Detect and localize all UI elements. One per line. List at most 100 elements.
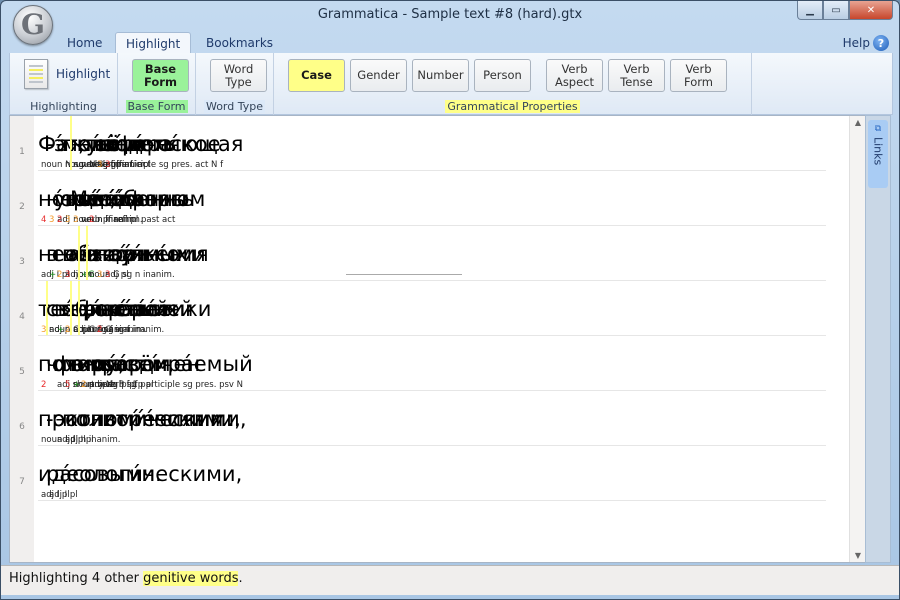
- verb-form-button[interactable]: Verb Form: [670, 59, 727, 92]
- highlighted-word[interactable]: вчера́шней adj G f sg: [70, 281, 193, 336]
- annotation-number: +: [57, 325, 65, 335]
- tab-highlight[interactable]: Highlight: [115, 32, 192, 54]
- word-annotation: adj I pl: [49, 490, 78, 500]
- highlighted-word[interactable]: и́з-за+G: [78, 226, 134, 281]
- help-icon: ?: [873, 35, 889, 51]
- annotation-number: 3: [105, 160, 111, 170]
- application-menu-button[interactable]: G: [13, 5, 53, 45]
- group-label-highlighting: Highlighting: [30, 100, 97, 113]
- word-annotation: 4: [41, 215, 46, 225]
- verb-tense-button[interactable]: Verb Tense: [608, 59, 665, 92]
- word-annotation: 2: [97, 325, 102, 335]
- vertical-scrollbar[interactable]: ▲ ▼: [849, 116, 866, 562]
- annotation-number: 3: [97, 160, 106, 170]
- word-text: -: [46, 132, 54, 156]
- verb-aspect-line1: Verb: [561, 61, 588, 76]
- highlighted-word[interactable]: сверше́ний noun G pl n inanim.: [46, 281, 169, 336]
- highlight-button-label: Highlight: [56, 67, 111, 81]
- base-form-line1: Base: [144, 61, 177, 76]
- line-number: 2: [19, 202, 25, 212]
- window-title: Grammatica - Sample text #8 (hard).gtx: [317, 7, 583, 22]
- window-controls: ▁ ▭ ✕: [797, 1, 893, 20]
- maximize-icon: ▭: [831, 4, 841, 16]
- annotation-number: 3: [65, 270, 74, 280]
- word-annotation: +: [73, 380, 80, 390]
- word-text: ра́совыми.: [46, 462, 162, 486]
- line-separator: [38, 500, 826, 501]
- annotation-number: 2: [89, 215, 95, 225]
- close-icon: ✕: [866, 4, 876, 16]
- ribbon: Highlight Highlighting Base Form Base For…: [9, 53, 893, 115]
- links-tab-label: Links: [871, 137, 885, 166]
- link-icon: ⧉: [874, 124, 882, 134]
- verb-tense-line2: Tense: [620, 74, 653, 89]
- highlighted-word[interactable]: жи́зни noun G sg f: [70, 116, 141, 171]
- number-button[interactable]: Number: [412, 59, 469, 92]
- word-annotation: 2: [41, 380, 46, 390]
- scroll-up-icon[interactable]: ▲: [850, 118, 866, 127]
- tab-bookmarks[interactable]: Bookmarks: [196, 32, 283, 54]
- status-bar: Highlighting 4 other genitive words.: [1, 565, 899, 595]
- help-button[interactable]: Help ?: [843, 35, 889, 51]
- text-line: 6 противоре́чиями noun I pl n inanim. - экон…: [10, 391, 826, 446]
- word-annotation: verb ipf participle sg pres. psv N: [105, 380, 243, 390]
- word-annotation: 2: [89, 215, 94, 225]
- annotation-number: +: [49, 270, 57, 280]
- gender-button[interactable]: Gender: [350, 59, 407, 92]
- text-line: 1 Фантасти́ческое noun N sg n inanim. - э́то…: [10, 116, 826, 171]
- word-annotation: 3 adj pl: [97, 270, 129, 280]
- word-type-button[interactable]: Word Type: [210, 59, 267, 92]
- status-suffix: .: [238, 571, 243, 586]
- word-annotation: verb pf refl pl past act: [81, 215, 175, 225]
- links-side-pane: ⧉ Links: [865, 115, 891, 563]
- phrase-range-marker: [346, 274, 462, 275]
- annotation-text: verb pf refl pl past act: [81, 215, 176, 225]
- document-view[interactable]: 1 Фантасти́ческое noun N sg n inanim. - э́то…: [9, 115, 867, 563]
- close-button[interactable]: ✕: [849, 1, 893, 20]
- text-line: 4 техни́ческих 3 adj pl сверше́ний noun G pl…: [10, 281, 826, 336]
- tab-home[interactable]: Home: [57, 32, 112, 54]
- annotation-number: 2: [41, 380, 47, 390]
- annotation-text: noun G sg f inanim.: [81, 325, 165, 335]
- verb-aspect-button[interactable]: Verb Aspect: [546, 59, 603, 92]
- word-text: раздира́емый: [102, 352, 253, 376]
- group-label-grammatical-properties: Grammatical Properties: [445, 100, 580, 113]
- group-grammatical-properties: Case Gender Number Person Verb Aspect Ver…: [274, 53, 752, 115]
- word-annotation: 3: [105, 270, 110, 280]
- word-text: -: [46, 407, 54, 431]
- case-button[interactable]: Case: [288, 59, 345, 92]
- word-type-line2: Type: [225, 74, 252, 89]
- scroll-down-icon[interactable]: ▼: [850, 551, 866, 560]
- annotation-number: 2: [97, 325, 103, 335]
- highlight-button[interactable]: Highlight: [24, 59, 110, 89]
- line-number: 5: [19, 367, 25, 377]
- annotation-number: 5: [65, 380, 74, 390]
- app-logo-icon: G: [21, 8, 45, 41]
- group-label-base-form: Base Form: [125, 100, 188, 113]
- annotation-number: +: [73, 380, 81, 390]
- annotation-text: adj I pl: [65, 435, 94, 445]
- word-text: полити́ческими,: [62, 407, 241, 431]
- help-label: Help: [842, 36, 870, 50]
- maximize-button[interactable]: ▭: [823, 1, 849, 20]
- word-annotation: 3: [105, 160, 110, 170]
- highlighted-word[interactable]: фанта́стики noun G sg f inanim.: [78, 281, 211, 336]
- annotation-text: verb ipf participle sg pres. psv N: [105, 380, 244, 390]
- line-number: 4: [19, 312, 25, 322]
- word-text: скоре́е: [94, 297, 171, 321]
- verb-tense-line1: Verb: [623, 61, 650, 76]
- highlighted-word[interactable]: вторже́ния noun G sg n inanim.: [86, 226, 209, 281]
- minimize-icon: ▁: [806, 4, 814, 16]
- minimize-button[interactable]: ▁: [797, 1, 823, 20]
- person-button[interactable]: Person: [474, 59, 531, 92]
- word-annotation: noun G sg f inanim.: [81, 325, 164, 335]
- base-form-line2: Form: [144, 74, 177, 89]
- word-text: и: [102, 242, 116, 266]
- annotation-number: 2: [57, 270, 66, 280]
- text-line: 5 потому́, 2 что фантасти́чен adj short m sg…: [10, 336, 826, 391]
- text-line: 3необходи́мымиadj I plв+ наш2 adjprnвек3…: [10, 226, 826, 281]
- links-tab[interactable]: ⧉ Links: [868, 120, 888, 188]
- title-bar: Grammatica - Sample text #8 (hard).gtx ▁…: [1, 1, 899, 31]
- verb-form-line2: Form: [684, 74, 713, 89]
- base-form-button[interactable]: Base Form: [132, 59, 189, 92]
